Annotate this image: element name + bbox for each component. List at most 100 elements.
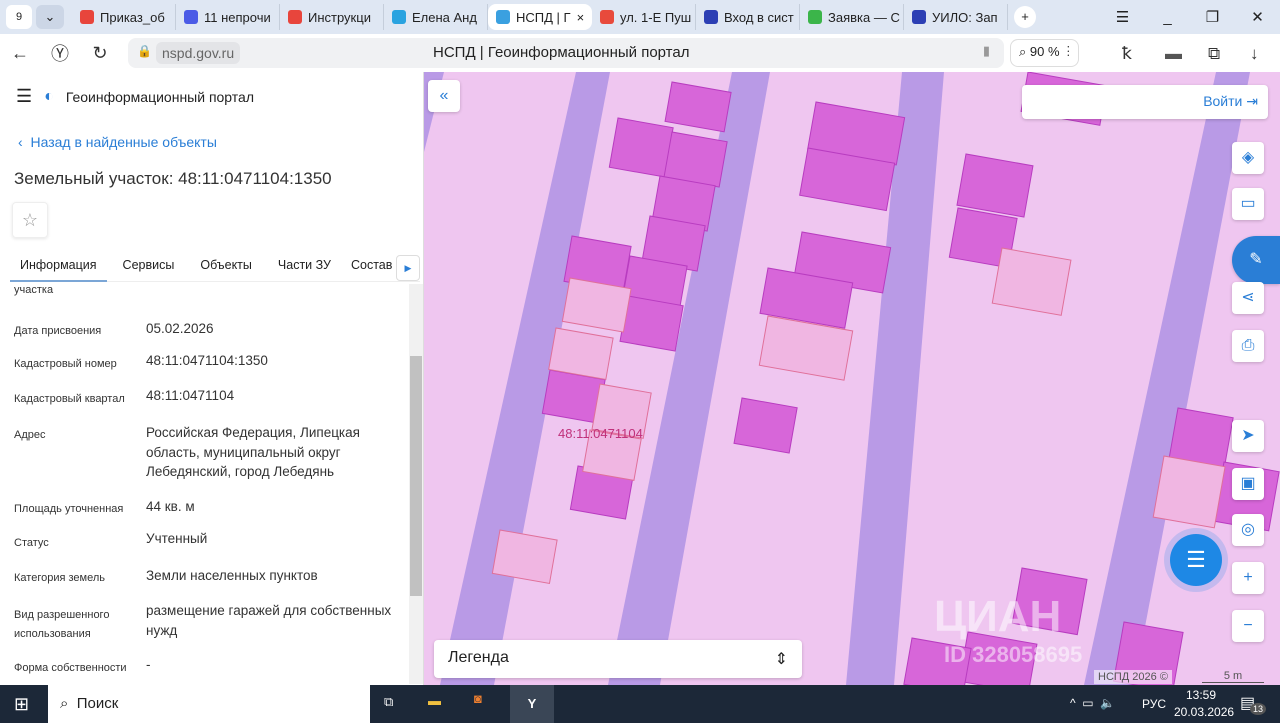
tab-objects[interactable]: Объекты [190, 252, 262, 282]
zoom-in-button[interactable]: + [1232, 562, 1264, 594]
scrollbar-thumb[interactable] [410, 356, 422, 596]
clock-time[interactable]: 13:59 [1186, 688, 1216, 702]
locate-icon[interactable]: ➤ [1232, 420, 1264, 452]
restore-button[interactable]: ❐ [1190, 8, 1235, 26]
tab-favicon-icon [80, 10, 94, 24]
browser-tab[interactable]: НСПД | Г × [488, 4, 592, 30]
share-icon[interactable]: ⋖ [1232, 282, 1264, 314]
yandex-browser-icon[interactable]: Y [510, 685, 554, 723]
taskbar-search[interactable]: ⌕ Поиск [48, 685, 370, 723]
parcel[interactable] [608, 117, 674, 178]
chat-button[interactable]: ☰ [1170, 534, 1222, 586]
tab-favicon-icon [288, 10, 302, 24]
field-label: Кадастровый квартал [14, 393, 125, 405]
parcel[interactable] [991, 247, 1072, 316]
app-icon[interactable]: ◙ [474, 691, 482, 706]
portal-name[interactable]: Геоинформационный портал [66, 89, 254, 105]
tabs-next-button[interactable]: ▶ [396, 255, 420, 281]
parcel[interactable] [1152, 455, 1226, 529]
parcel[interactable] [619, 295, 684, 352]
tray-icons[interactable]: ^ ▭ 🔈 [1070, 696, 1115, 710]
parcel[interactable] [733, 397, 798, 454]
browser-tab[interactable]: УИЛО: Зап [904, 4, 1008, 30]
field-value: Учтенный [146, 531, 208, 546]
field-label: Статус [14, 537, 49, 549]
download-icon[interactable]: ↓ [1250, 44, 1259, 64]
field-value: Земли населенных пунктов [146, 568, 318, 583]
tab-parts[interactable]: Части ЗУ [268, 252, 341, 282]
menu-icon[interactable]: ☰ [1100, 8, 1145, 26]
page-title: НСПД | Геоинформационный портал [433, 44, 690, 61]
field-label: Адрес [14, 429, 46, 441]
browser-tab[interactable]: Елена Анд [384, 4, 488, 30]
extension-icon[interactable]: ▬ [1165, 44, 1182, 64]
ruler-icon[interactable]: ▭ [1232, 188, 1264, 220]
tab-label: Елена Анд [412, 9, 477, 25]
field-value: 44 кв. м [146, 499, 195, 514]
browser-tab[interactable]: Вход в сист [696, 4, 800, 30]
cut-label: участка [14, 284, 54, 296]
parcel[interactable] [956, 153, 1034, 218]
browser-tab[interactable]: Приказ_об [72, 4, 176, 30]
close-button[interactable]: ✕ [1235, 8, 1280, 26]
bookmark-icon[interactable]: ▮ [983, 43, 990, 59]
draw-tool-icon[interactable]: ✎ [1232, 236, 1280, 284]
print-icon[interactable]: ⎙ [1232, 330, 1264, 362]
search-label: Поиск [76, 695, 119, 712]
map[interactable]: 48:11:0471104 ЦИАН ID 328058695 « Войти … [424, 72, 1280, 685]
field-label: Вид разрешенного использования [14, 609, 110, 640]
field-label: Категория земель [14, 572, 105, 584]
legend-dropdown[interactable]: Легенда ⇕ [434, 640, 802, 678]
language-indicator[interactable]: РУС [1142, 697, 1166, 711]
scrollbar[interactable] [409, 284, 423, 684]
panel-tabs: Информация Сервисы Объекты Части ЗУ Сост… [10, 252, 420, 282]
new-tab-button[interactable]: + [1014, 6, 1036, 28]
windows-start-icon[interactable]: ⊞ [14, 694, 29, 715]
taskbar: ⊞ ⌕ Поиск ⧉ ▬ ◙ Y ^ ▭ 🔈 РУС 13:59 20.03.… [0, 685, 1280, 723]
yandex-icon[interactable]: Ⓨ [40, 40, 80, 66]
zoom-out-button[interactable]: − [1232, 610, 1264, 642]
collapse-panel-button[interactable]: « [428, 80, 460, 112]
file-explorer-icon[interactable]: ▬ [428, 693, 441, 708]
search-location-icon[interactable]: ◎ [1232, 514, 1264, 546]
back-link-label: Назад в найденные объекты [30, 134, 217, 150]
hamburger-icon[interactable]: ☰ [16, 86, 32, 107]
extensions-icon[interactable]: ⧉ [1208, 44, 1220, 64]
back-link[interactable]: ‹ Назад в найденные объекты [18, 134, 217, 150]
field-value: размещение гаражей для собственных нужд [146, 603, 392, 638]
tab-label: Вход в сист [724, 9, 794, 25]
browser-tab[interactable]: Заявка — С [800, 4, 904, 30]
login-button[interactable]: Войти ⇥ [1022, 85, 1268, 119]
browser-tab[interactable]: ул. 1-Е Пуш [592, 4, 696, 30]
browser-tab[interactable]: 11 непрочи [176, 4, 280, 30]
tab-favicon-icon [184, 10, 198, 24]
task-view-icon[interactable]: ⧉ [384, 694, 393, 710]
tab-count[interactable]: 9 [6, 5, 32, 29]
parcel[interactable] [664, 81, 732, 133]
copyright: НСПД 2026 © [1094, 670, 1172, 684]
extension-icon[interactable]: ꝁ [1122, 44, 1132, 64]
tab-info[interactable]: Информация [10, 252, 107, 282]
tab-composition[interactable]: Состав [341, 252, 402, 282]
minimap-icon[interactable]: ▣ [1232, 468, 1264, 500]
zoom-value: 90 % [1029, 44, 1060, 59]
parcel[interactable] [491, 529, 558, 584]
layers-icon[interactable]: ◈ [1232, 142, 1264, 174]
tab-services[interactable]: Сервисы [113, 252, 185, 282]
favorite-star-button[interactable]: ☆ [12, 202, 48, 238]
field-value: 48:11:0471104:1350 [146, 353, 268, 368]
back-icon[interactable]: ← [0, 43, 40, 64]
url-field[interactable]: 🔒 nspd.gov.ru НСПД | Геоинформационный п… [128, 38, 1004, 68]
zoom-indicator[interactable]: ⌕ 90 % ⋮ [1010, 39, 1080, 67]
tab-close-icon[interactable]: × [577, 10, 585, 25]
clock-date[interactable]: 20.03.2026 [1174, 705, 1234, 719]
reload-icon[interactable]: ↻ [80, 43, 120, 64]
tab-favicon-icon [600, 10, 614, 24]
field-value: 05.02.2026 [146, 321, 214, 336]
minimize-button[interactable]: _ [1145, 9, 1190, 26]
browser-tab[interactable]: Инструкци [280, 4, 384, 30]
tab-label: 11 непрочи [204, 9, 271, 25]
field-label: Кадастровый номер [14, 358, 117, 370]
quarter-label: 48:11:0471104 [558, 426, 643, 441]
tab-list-dropdown[interactable]: ⌄ [36, 5, 64, 29]
